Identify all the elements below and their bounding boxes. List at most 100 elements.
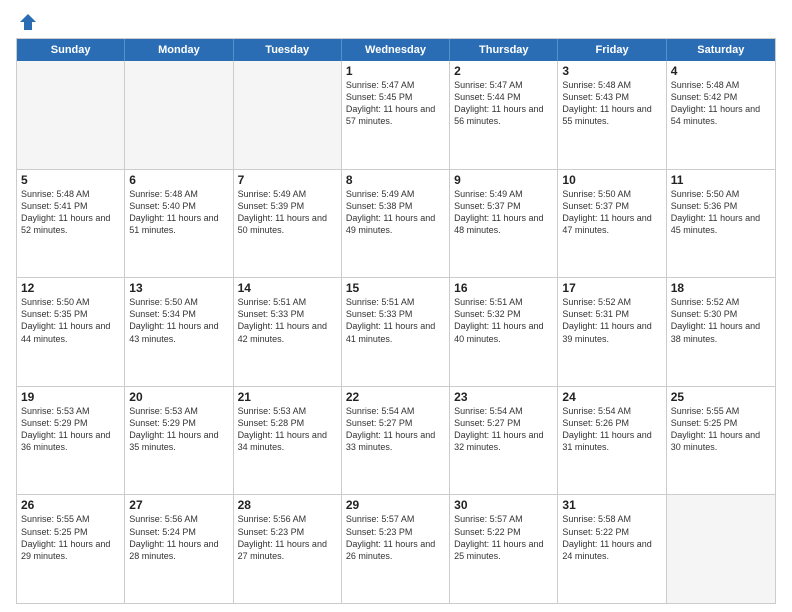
calendar: SundayMondayTuesdayWednesdayThursdayFrid… <box>16 38 776 604</box>
day-header-thursday: Thursday <box>450 39 558 61</box>
cal-cell: 24Sunrise: 5:54 AMSunset: 5:26 PMDayligh… <box>558 387 666 495</box>
cell-info: Sunrise: 5:54 AMSunset: 5:27 PMDaylight:… <box>346 405 445 454</box>
cal-cell: 25Sunrise: 5:55 AMSunset: 5:25 PMDayligh… <box>667 387 775 495</box>
cell-info: Sunrise: 5:53 AMSunset: 5:28 PMDaylight:… <box>238 405 337 454</box>
cal-cell: 2Sunrise: 5:47 AMSunset: 5:44 PMDaylight… <box>450 61 558 169</box>
day-header-tuesday: Tuesday <box>234 39 342 61</box>
cell-info: Sunrise: 5:50 AMSunset: 5:37 PMDaylight:… <box>562 188 661 237</box>
cell-info: Sunrise: 5:51 AMSunset: 5:32 PMDaylight:… <box>454 296 553 345</box>
day-number: 24 <box>562 390 661 404</box>
day-number: 3 <box>562 64 661 78</box>
day-number: 8 <box>346 173 445 187</box>
cal-cell: 29Sunrise: 5:57 AMSunset: 5:23 PMDayligh… <box>342 495 450 603</box>
day-number: 15 <box>346 281 445 295</box>
cal-cell: 22Sunrise: 5:54 AMSunset: 5:27 PMDayligh… <box>342 387 450 495</box>
cal-cell: 18Sunrise: 5:52 AMSunset: 5:30 PMDayligh… <box>667 278 775 386</box>
cal-cell <box>125 61 233 169</box>
calendar-body: 1Sunrise: 5:47 AMSunset: 5:45 PMDaylight… <box>17 61 775 603</box>
day-header-wednesday: Wednesday <box>342 39 450 61</box>
cal-cell: 4Sunrise: 5:48 AMSunset: 5:42 PMDaylight… <box>667 61 775 169</box>
cell-info: Sunrise: 5:54 AMSunset: 5:26 PMDaylight:… <box>562 405 661 454</box>
cal-cell: 10Sunrise: 5:50 AMSunset: 5:37 PMDayligh… <box>558 170 666 278</box>
cal-cell: 14Sunrise: 5:51 AMSunset: 5:33 PMDayligh… <box>234 278 342 386</box>
day-number: 21 <box>238 390 337 404</box>
cell-info: Sunrise: 5:56 AMSunset: 5:24 PMDaylight:… <box>129 513 228 562</box>
logo-icon <box>18 12 38 32</box>
day-number: 22 <box>346 390 445 404</box>
cell-info: Sunrise: 5:55 AMSunset: 5:25 PMDaylight:… <box>671 405 771 454</box>
cal-week-1: 1Sunrise: 5:47 AMSunset: 5:45 PMDaylight… <box>17 61 775 169</box>
day-number: 30 <box>454 498 553 512</box>
day-number: 12 <box>21 281 120 295</box>
cell-info: Sunrise: 5:50 AMSunset: 5:36 PMDaylight:… <box>671 188 771 237</box>
day-number: 25 <box>671 390 771 404</box>
day-number: 14 <box>238 281 337 295</box>
day-number: 9 <box>454 173 553 187</box>
day-number: 19 <box>21 390 120 404</box>
cal-cell: 30Sunrise: 5:57 AMSunset: 5:22 PMDayligh… <box>450 495 558 603</box>
cal-cell: 28Sunrise: 5:56 AMSunset: 5:23 PMDayligh… <box>234 495 342 603</box>
day-number: 10 <box>562 173 661 187</box>
cal-cell: 27Sunrise: 5:56 AMSunset: 5:24 PMDayligh… <box>125 495 233 603</box>
day-number: 20 <box>129 390 228 404</box>
cell-info: Sunrise: 5:55 AMSunset: 5:25 PMDaylight:… <box>21 513 120 562</box>
cal-cell: 23Sunrise: 5:54 AMSunset: 5:27 PMDayligh… <box>450 387 558 495</box>
cell-info: Sunrise: 5:51 AMSunset: 5:33 PMDaylight:… <box>346 296 445 345</box>
cal-cell: 31Sunrise: 5:58 AMSunset: 5:22 PMDayligh… <box>558 495 666 603</box>
cal-cell: 19Sunrise: 5:53 AMSunset: 5:29 PMDayligh… <box>17 387 125 495</box>
cell-info: Sunrise: 5:53 AMSunset: 5:29 PMDaylight:… <box>129 405 228 454</box>
day-number: 31 <box>562 498 661 512</box>
cell-info: Sunrise: 5:57 AMSunset: 5:23 PMDaylight:… <box>346 513 445 562</box>
cell-info: Sunrise: 5:58 AMSunset: 5:22 PMDaylight:… <box>562 513 661 562</box>
cal-week-5: 26Sunrise: 5:55 AMSunset: 5:25 PMDayligh… <box>17 494 775 603</box>
cal-week-3: 12Sunrise: 5:50 AMSunset: 5:35 PMDayligh… <box>17 277 775 386</box>
day-header-friday: Friday <box>558 39 666 61</box>
day-number: 17 <box>562 281 661 295</box>
cell-info: Sunrise: 5:47 AMSunset: 5:44 PMDaylight:… <box>454 79 553 128</box>
cell-info: Sunrise: 5:52 AMSunset: 5:31 PMDaylight:… <box>562 296 661 345</box>
cell-info: Sunrise: 5:52 AMSunset: 5:30 PMDaylight:… <box>671 296 771 345</box>
cal-cell: 21Sunrise: 5:53 AMSunset: 5:28 PMDayligh… <box>234 387 342 495</box>
cal-cell: 1Sunrise: 5:47 AMSunset: 5:45 PMDaylight… <box>342 61 450 169</box>
day-number: 4 <box>671 64 771 78</box>
day-number: 23 <box>454 390 553 404</box>
day-number: 13 <box>129 281 228 295</box>
calendar-header: SundayMondayTuesdayWednesdayThursdayFrid… <box>17 39 775 61</box>
cell-info: Sunrise: 5:49 AMSunset: 5:38 PMDaylight:… <box>346 188 445 237</box>
day-header-monday: Monday <box>125 39 233 61</box>
cell-info: Sunrise: 5:49 AMSunset: 5:39 PMDaylight:… <box>238 188 337 237</box>
day-number: 29 <box>346 498 445 512</box>
cal-cell: 12Sunrise: 5:50 AMSunset: 5:35 PMDayligh… <box>17 278 125 386</box>
cal-cell: 3Sunrise: 5:48 AMSunset: 5:43 PMDaylight… <box>558 61 666 169</box>
logo <box>16 12 38 32</box>
header <box>16 12 776 32</box>
day-number: 5 <box>21 173 120 187</box>
day-number: 11 <box>671 173 771 187</box>
cal-cell: 26Sunrise: 5:55 AMSunset: 5:25 PMDayligh… <box>17 495 125 603</box>
cal-cell: 8Sunrise: 5:49 AMSunset: 5:38 PMDaylight… <box>342 170 450 278</box>
day-number: 26 <box>21 498 120 512</box>
day-number: 2 <box>454 64 553 78</box>
cal-cell: 9Sunrise: 5:49 AMSunset: 5:37 PMDaylight… <box>450 170 558 278</box>
cell-info: Sunrise: 5:51 AMSunset: 5:33 PMDaylight:… <box>238 296 337 345</box>
cal-cell: 5Sunrise: 5:48 AMSunset: 5:41 PMDaylight… <box>17 170 125 278</box>
cell-info: Sunrise: 5:53 AMSunset: 5:29 PMDaylight:… <box>21 405 120 454</box>
day-number: 18 <box>671 281 771 295</box>
cal-cell: 13Sunrise: 5:50 AMSunset: 5:34 PMDayligh… <box>125 278 233 386</box>
cell-info: Sunrise: 5:57 AMSunset: 5:22 PMDaylight:… <box>454 513 553 562</box>
cal-cell: 20Sunrise: 5:53 AMSunset: 5:29 PMDayligh… <box>125 387 233 495</box>
cal-cell: 6Sunrise: 5:48 AMSunset: 5:40 PMDaylight… <box>125 170 233 278</box>
cal-cell: 15Sunrise: 5:51 AMSunset: 5:33 PMDayligh… <box>342 278 450 386</box>
day-header-saturday: Saturday <box>667 39 775 61</box>
cell-info: Sunrise: 5:49 AMSunset: 5:37 PMDaylight:… <box>454 188 553 237</box>
cal-cell <box>667 495 775 603</box>
day-number: 1 <box>346 64 445 78</box>
cal-cell <box>234 61 342 169</box>
cell-info: Sunrise: 5:47 AMSunset: 5:45 PMDaylight:… <box>346 79 445 128</box>
day-header-sunday: Sunday <box>17 39 125 61</box>
cell-info: Sunrise: 5:50 AMSunset: 5:34 PMDaylight:… <box>129 296 228 345</box>
cell-info: Sunrise: 5:54 AMSunset: 5:27 PMDaylight:… <box>454 405 553 454</box>
cell-info: Sunrise: 5:48 AMSunset: 5:41 PMDaylight:… <box>21 188 120 237</box>
cal-cell: 17Sunrise: 5:52 AMSunset: 5:31 PMDayligh… <box>558 278 666 386</box>
day-number: 7 <box>238 173 337 187</box>
